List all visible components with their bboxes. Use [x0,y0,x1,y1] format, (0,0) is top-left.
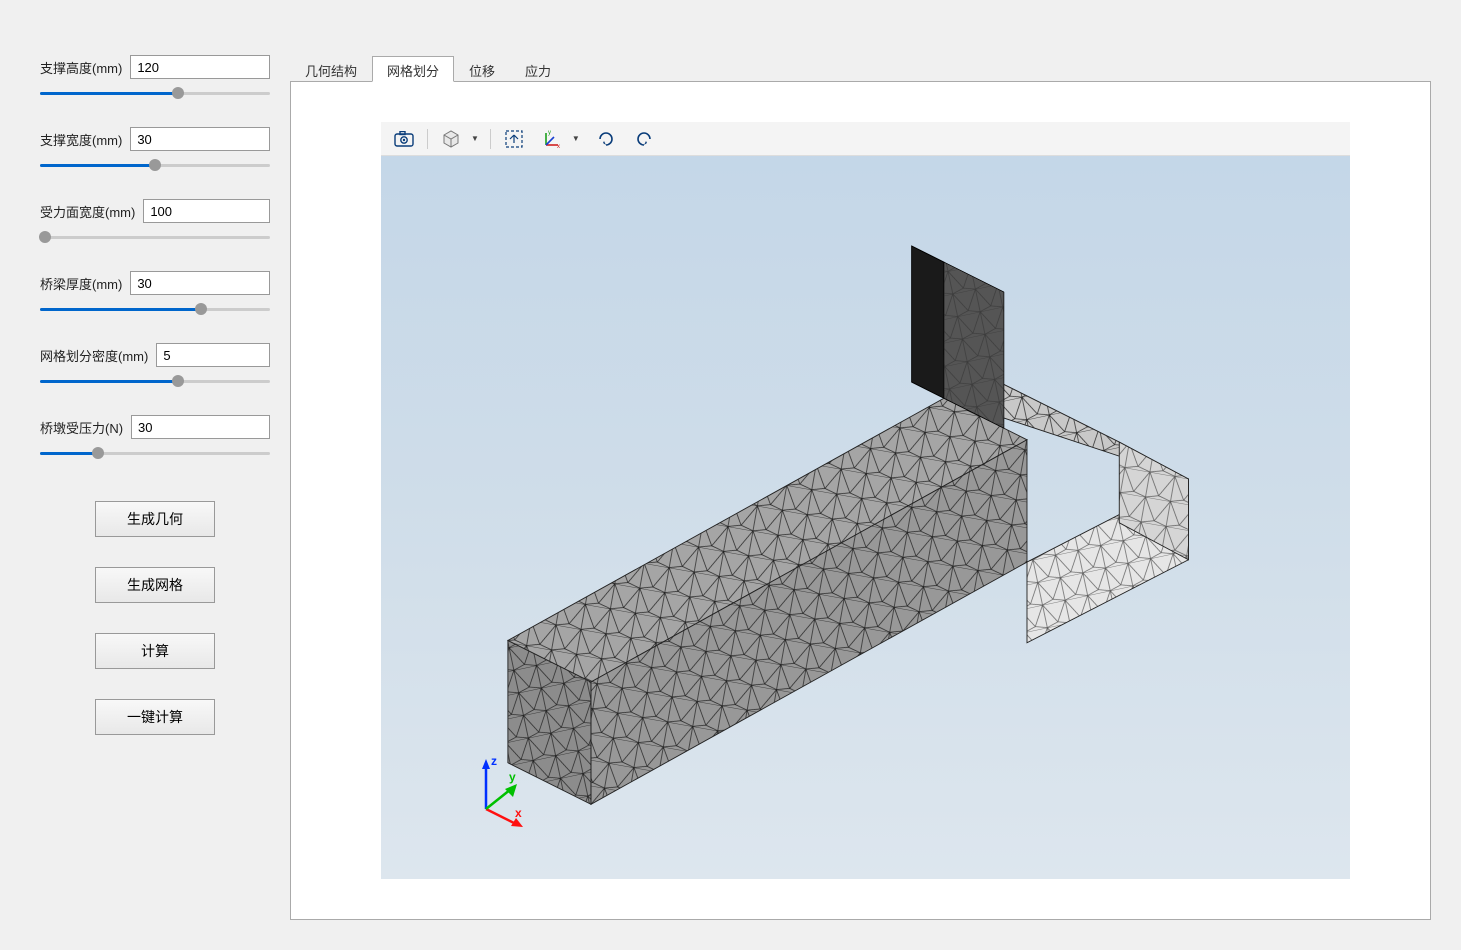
param-slider[interactable] [40,159,270,171]
tab[interactable]: 位移 [454,56,510,82]
param-group: 支撑高度(mm) [40,55,270,99]
param-group: 支撑宽度(mm) [40,127,270,171]
param-slider[interactable] [40,375,270,387]
rotate-right-icon[interactable] [591,126,621,152]
toolbar-separator [427,129,428,149]
param-slider[interactable] [40,447,270,459]
chevron-down-icon[interactable]: ▼ [468,134,482,143]
param-input[interactable] [143,199,270,223]
param-slider[interactable] [40,231,270,243]
axes-dropdown[interactable]: yx ▼ [537,126,583,152]
camera-icon[interactable] [389,126,419,152]
param-input[interactable] [130,55,270,79]
cube-view-dropdown[interactable]: ▼ [436,126,482,152]
param-slider[interactable] [40,303,270,315]
rotate-left-icon[interactable] [629,126,659,152]
param-group: 桥墩受压力(N) [40,415,270,459]
param-label: 网格划分密度(mm) [40,346,148,365]
param-group: 网格划分密度(mm) [40,343,270,387]
cube-icon[interactable] [436,126,466,152]
param-input[interactable] [130,271,270,295]
param-label: 桥梁厚度(mm) [40,274,122,293]
param-label: 支撑宽度(mm) [40,130,122,149]
chevron-down-icon[interactable]: ▼ [569,134,583,143]
param-label: 受力面宽度(mm) [40,202,135,221]
generate-mesh-button[interactable]: 生成网格 [95,567,215,603]
tab[interactable]: 网格划分 [372,56,454,82]
viewport-3d[interactable]: ▼ yx ▼ [381,122,1350,879]
one-click-calculate-button[interactable]: 一键计算 [95,699,215,735]
param-input[interactable] [156,343,270,367]
svg-text:y: y [548,130,551,136]
param-input[interactable] [131,415,270,439]
main-area: 几何结构网格划分位移应力 ▼ [290,0,1461,950]
fit-view-icon[interactable] [499,126,529,152]
param-group: 桥梁厚度(mm) [40,271,270,315]
tabs: 几何结构网格划分位移应力 [290,55,1431,81]
toolbar-separator [490,129,491,149]
parameters-panel: 支撑高度(mm) 支撑宽度(mm) 受力面宽度(mm) 桥梁厚度(mm) [40,55,270,459]
sidebar: 支撑高度(mm) 支撑宽度(mm) 受力面宽度(mm) 桥梁厚度(mm) [0,0,290,950]
viewport-toolbar: ▼ yx ▼ [381,122,1350,156]
calculate-button[interactable]: 计算 [95,633,215,669]
param-slider[interactable] [40,87,270,99]
action-buttons: 生成几何 生成网格 计算 一键计算 [40,501,270,735]
mesh-rendering [381,156,1350,825]
app-root: 支撑高度(mm) 支撑宽度(mm) 受力面宽度(mm) 桥梁厚度(mm) [0,0,1461,950]
viewport-frame: ▼ yx ▼ [290,81,1431,920]
param-label: 支撑高度(mm) [40,58,122,77]
generate-geometry-button[interactable]: 生成几何 [95,501,215,537]
svg-text:x: x [557,144,560,149]
tab[interactable]: 应力 [510,56,566,82]
param-input[interactable] [130,127,270,151]
axes-icon[interactable]: yx [537,126,567,152]
param-label: 桥墩受压力(N) [40,418,123,437]
tab[interactable]: 几何结构 [290,56,372,82]
param-group: 受力面宽度(mm) [40,199,270,243]
